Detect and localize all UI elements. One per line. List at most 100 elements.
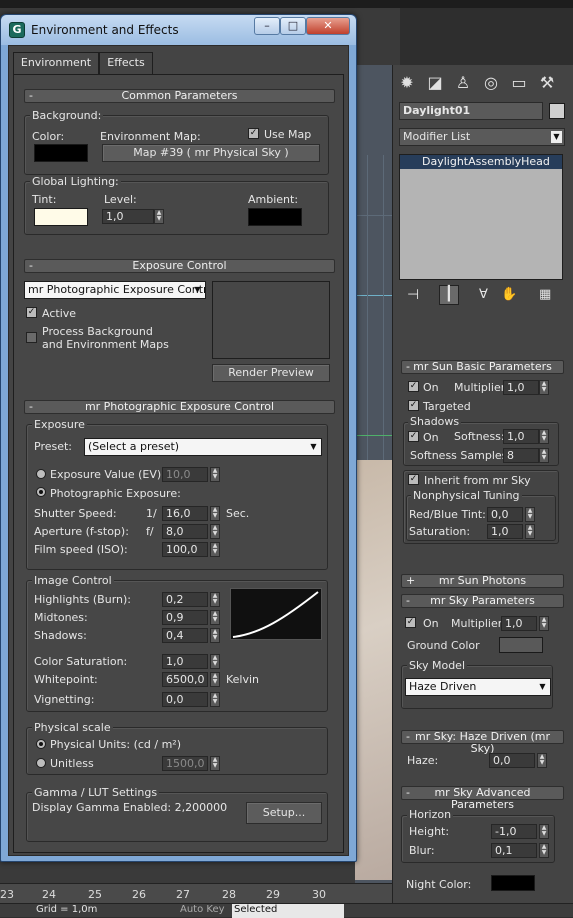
- modifier-stack[interactable]: DaylightAssemblyHead: [399, 154, 563, 280]
- rollout-sky-advanced[interactable]: - mr Sky Advanced Parameters: [401, 786, 564, 811]
- unitless-spinner[interactable]: ▲ ▼: [210, 756, 220, 771]
- softness-samples-spinner[interactable]: ▲ ▼: [539, 448, 549, 463]
- highlights-spinner[interactable]: ▲ ▼: [210, 592, 220, 607]
- film-speed-field[interactable]: 100,0: [162, 542, 208, 557]
- sun-saturation-field[interactable]: 1,0: [487, 524, 523, 539]
- inherit-checkbox[interactable]: ✓: [408, 474, 419, 485]
- rollout-common-params[interactable]: - Common Parameters: [24, 89, 335, 103]
- blur-field[interactable]: 0,1: [491, 843, 537, 858]
- remove-modifier-icon[interactable]: ✋: [501, 287, 517, 302]
- whitepoint-spinner[interactable]: ▲ ▼: [210, 672, 220, 687]
- ambient-color-swatch[interactable]: [248, 208, 302, 226]
- tab-environment[interactable]: Environment: [13, 52, 99, 74]
- process-background-checkbox[interactable]: [26, 332, 37, 343]
- sun-on-label: On: [423, 381, 439, 394]
- vignetting-field[interactable]: 0,0: [162, 692, 208, 707]
- modifier-list-dropdown[interactable]: Modifier List ▼: [399, 128, 565, 146]
- selection-set-dropdown[interactable]: Selected: [232, 904, 344, 918]
- sky-model-dropdown[interactable]: Haze Driven ▼: [405, 678, 551, 696]
- sky-multiplier-spinner[interactable]: ▲ ▼: [539, 616, 549, 631]
- exposure-value-radio[interactable]: [36, 469, 46, 479]
- softness-field[interactable]: 1,0: [503, 429, 539, 444]
- targeted-checkbox[interactable]: ✓: [408, 400, 419, 411]
- red-blue-tint-field[interactable]: 0,0: [487, 507, 523, 522]
- photographic-exposure-radio[interactable]: [36, 487, 46, 497]
- exposure-value-field[interactable]: 10,0: [162, 467, 208, 482]
- autokey-label[interactable]: Auto Key: [180, 904, 225, 915]
- use-map-checkbox[interactable]: ✓: [248, 128, 259, 139]
- shutter-speed-field[interactable]: 16,0: [162, 506, 208, 521]
- rollout-sun-photons[interactable]: + mr Sun Photons: [401, 574, 564, 588]
- height-spinner[interactable]: ▲ ▼: [539, 824, 549, 839]
- use-map-label: Use Map: [264, 128, 312, 141]
- close-button[interactable]: ✕: [306, 17, 350, 35]
- aperture-spinner[interactable]: ▲ ▼: [210, 524, 220, 539]
- midtones-field[interactable]: 0,9: [162, 610, 208, 625]
- configure-sets-icon[interactable]: ▦: [539, 287, 551, 302]
- hierarchy-icon[interactable]: ♙: [451, 72, 475, 94]
- exposure-type-dropdown[interactable]: mr Photographic Exposure Contro ▼: [24, 281, 206, 299]
- minimize-button[interactable]: –: [254, 17, 280, 35]
- sun-on-checkbox[interactable]: ✓: [408, 381, 419, 392]
- timeline-ruler[interactable]: 23 24 25 26 27 28 29 30: [0, 883, 400, 903]
- sky-multiplier-field[interactable]: 1,0: [501, 616, 537, 631]
- tint-color-swatch[interactable]: [34, 208, 88, 226]
- render-preview-button[interactable]: Render Preview: [212, 364, 330, 382]
- haze-spinner[interactable]: ▲ ▼: [537, 753, 547, 768]
- rollout-exposure-control[interactable]: - Exposure Control: [24, 259, 335, 273]
- sun-multiplier-field[interactable]: 1,0: [503, 380, 539, 395]
- motion-icon[interactable]: ◎: [479, 72, 503, 94]
- shadows-field[interactable]: 0,4: [162, 628, 208, 643]
- unitless-radio[interactable]: [36, 758, 46, 768]
- stack-item[interactable]: DaylightAssemblyHead: [400, 155, 562, 169]
- height-field[interactable]: -1,0: [491, 824, 537, 839]
- show-end-result-icon[interactable]: ┃: [439, 285, 459, 305]
- tab-effects[interactable]: Effects: [99, 52, 153, 74]
- display-icon[interactable]: ▭: [507, 72, 531, 94]
- setup-button[interactable]: Setup...: [246, 802, 322, 824]
- utilities-icon[interactable]: ⚒: [535, 72, 559, 94]
- rollout-mr-photographic[interactable]: - mr Photographic Exposure Control: [24, 400, 335, 414]
- midtones-spinner[interactable]: ▲ ▼: [210, 610, 220, 625]
- preset-dropdown[interactable]: (Select a preset) ▼: [84, 438, 322, 456]
- shutter-speed-spinner[interactable]: ▲ ▼: [210, 506, 220, 521]
- active-checkbox[interactable]: ✓: [26, 307, 37, 318]
- object-color-swatch[interactable]: [549, 103, 565, 119]
- film-speed-spinner[interactable]: ▲ ▼: [210, 542, 220, 557]
- make-unique-icon[interactable]: ∀: [479, 287, 488, 302]
- sun-multiplier-spinner[interactable]: ▲ ▼: [539, 380, 549, 395]
- sun-saturation-spinner[interactable]: ▲ ▼: [525, 524, 535, 539]
- object-name-field[interactable]: Daylight01: [399, 102, 543, 120]
- rollout-haze[interactable]: - mr Sky: Haze Driven (mr Sky): [401, 730, 564, 755]
- shadows-spinner[interactable]: ▲ ▼: [210, 628, 220, 643]
- maximize-button[interactable]: □: [280, 17, 306, 35]
- rollout-sky-params[interactable]: - mr Sky Parameters: [401, 594, 564, 608]
- softness-samples-field[interactable]: 8: [503, 448, 539, 463]
- shadows-on-checkbox[interactable]: ✓: [408, 431, 419, 442]
- red-blue-tint-spinner[interactable]: ▲ ▼: [525, 507, 535, 522]
- dialog-titlebar[interactable]: G Environment and Effects – □ ✕: [1, 15, 356, 45]
- ground-color-swatch[interactable]: [499, 637, 543, 653]
- highlights-field[interactable]: 0,2: [162, 592, 208, 607]
- aperture-field[interactable]: 8,0: [162, 524, 208, 539]
- sky-on-checkbox[interactable]: ✓: [405, 617, 416, 628]
- whitepoint-field[interactable]: 6500,0: [162, 672, 208, 687]
- haze-field[interactable]: 0,0: [489, 753, 535, 768]
- rollout-sun-basic[interactable]: - mr Sun Basic Parameters: [401, 360, 564, 374]
- unitless-field[interactable]: 1500,0: [162, 756, 208, 771]
- level-spinner[interactable]: ▲ ▼: [154, 209, 164, 224]
- create-icon[interactable]: ✹: [395, 72, 419, 94]
- modify-icon[interactable]: ◪: [423, 72, 447, 94]
- exposure-value-spinner[interactable]: ▲ ▼: [210, 467, 220, 482]
- level-field[interactable]: 1,0: [102, 209, 154, 224]
- color-saturation-spinner[interactable]: ▲ ▼: [210, 654, 220, 669]
- background-color-swatch[interactable]: [34, 144, 88, 162]
- physical-units-radio[interactable]: [36, 739, 46, 749]
- environment-map-button[interactable]: Map #39 ( mr Physical Sky ): [102, 144, 320, 162]
- blur-spinner[interactable]: ▲ ▼: [539, 843, 549, 858]
- night-color-swatch[interactable]: [491, 875, 535, 891]
- vignetting-spinner[interactable]: ▲ ▼: [210, 692, 220, 707]
- color-saturation-field[interactable]: 1,0: [162, 654, 208, 669]
- softness-spinner[interactable]: ▲ ▼: [539, 429, 549, 444]
- pin-stack-icon[interactable]: ⊣: [407, 287, 419, 303]
